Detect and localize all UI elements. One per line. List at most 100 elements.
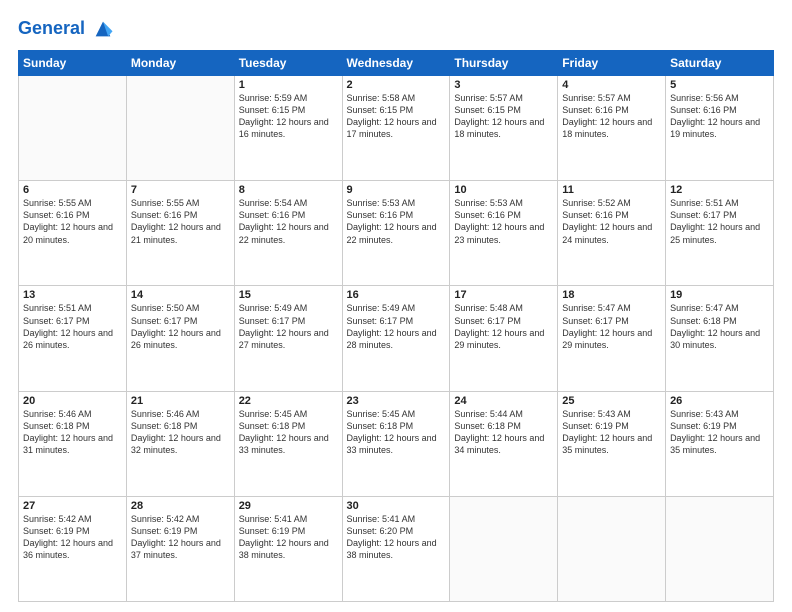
day-number: 14 <box>131 289 230 301</box>
day-info: Sunrise: 5:47 AM Sunset: 6:17 PM Dayligh… <box>562 302 661 351</box>
day-info: Sunrise: 5:45 AM Sunset: 6:18 PM Dayligh… <box>347 408 446 457</box>
calendar-cell: 30Sunrise: 5:41 AM Sunset: 6:20 PM Dayli… <box>342 496 450 601</box>
day-info: Sunrise: 5:47 AM Sunset: 6:18 PM Dayligh… <box>670 302 769 351</box>
day-info: Sunrise: 5:56 AM Sunset: 6:16 PM Dayligh… <box>670 92 769 141</box>
calendar-cell <box>19 76 127 181</box>
calendar-cell: 11Sunrise: 5:52 AM Sunset: 6:16 PM Dayli… <box>558 181 666 286</box>
calendar-cell: 14Sunrise: 5:50 AM Sunset: 6:17 PM Dayli… <box>126 286 234 391</box>
header: General <box>18 18 774 40</box>
calendar-week-row: 6Sunrise: 5:55 AM Sunset: 6:16 PM Daylig… <box>19 181 774 286</box>
day-number: 29 <box>239 500 338 512</box>
day-info: Sunrise: 5:49 AM Sunset: 6:17 PM Dayligh… <box>347 302 446 351</box>
day-info: Sunrise: 5:43 AM Sunset: 6:19 PM Dayligh… <box>562 408 661 457</box>
day-info: Sunrise: 5:52 AM Sunset: 6:16 PM Dayligh… <box>562 197 661 246</box>
calendar-week-row: 27Sunrise: 5:42 AM Sunset: 6:19 PM Dayli… <box>19 496 774 601</box>
day-info: Sunrise: 5:50 AM Sunset: 6:17 PM Dayligh… <box>131 302 230 351</box>
day-number: 17 <box>454 289 553 301</box>
calendar-cell: 7Sunrise: 5:55 AM Sunset: 6:16 PM Daylig… <box>126 181 234 286</box>
day-number: 2 <box>347 79 446 91</box>
day-number: 9 <box>347 184 446 196</box>
calendar-cell: 28Sunrise: 5:42 AM Sunset: 6:19 PM Dayli… <box>126 496 234 601</box>
day-info: Sunrise: 5:45 AM Sunset: 6:18 PM Dayligh… <box>239 408 338 457</box>
calendar-week-row: 20Sunrise: 5:46 AM Sunset: 6:18 PM Dayli… <box>19 391 774 496</box>
day-info: Sunrise: 5:41 AM Sunset: 6:20 PM Dayligh… <box>347 513 446 562</box>
logo-icon <box>92 18 114 40</box>
day-info: Sunrise: 5:55 AM Sunset: 6:16 PM Dayligh… <box>131 197 230 246</box>
day-number: 21 <box>131 395 230 407</box>
day-number: 7 <box>131 184 230 196</box>
day-number: 1 <box>239 79 338 91</box>
day-info: Sunrise: 5:57 AM Sunset: 6:16 PM Dayligh… <box>562 92 661 141</box>
calendar-cell: 17Sunrise: 5:48 AM Sunset: 6:17 PM Dayli… <box>450 286 558 391</box>
calendar-cell: 26Sunrise: 5:43 AM Sunset: 6:19 PM Dayli… <box>666 391 774 496</box>
calendar-cell: 22Sunrise: 5:45 AM Sunset: 6:18 PM Dayli… <box>234 391 342 496</box>
logo-text: General <box>18 18 114 40</box>
weekday-header: Thursday <box>450 51 558 76</box>
day-info: Sunrise: 5:49 AM Sunset: 6:17 PM Dayligh… <box>239 302 338 351</box>
calendar-cell: 5Sunrise: 5:56 AM Sunset: 6:16 PM Daylig… <box>666 76 774 181</box>
calendar-cell: 15Sunrise: 5:49 AM Sunset: 6:17 PM Dayli… <box>234 286 342 391</box>
day-number: 13 <box>23 289 122 301</box>
calendar-cell: 2Sunrise: 5:58 AM Sunset: 6:15 PM Daylig… <box>342 76 450 181</box>
day-number: 27 <box>23 500 122 512</box>
day-number: 28 <box>131 500 230 512</box>
calendar-cell: 29Sunrise: 5:41 AM Sunset: 6:19 PM Dayli… <box>234 496 342 601</box>
logo: General <box>18 18 114 40</box>
day-info: Sunrise: 5:51 AM Sunset: 6:17 PM Dayligh… <box>23 302 122 351</box>
calendar-week-row: 13Sunrise: 5:51 AM Sunset: 6:17 PM Dayli… <box>19 286 774 391</box>
day-info: Sunrise: 5:48 AM Sunset: 6:17 PM Dayligh… <box>454 302 553 351</box>
day-number: 12 <box>670 184 769 196</box>
day-info: Sunrise: 5:53 AM Sunset: 6:16 PM Dayligh… <box>454 197 553 246</box>
weekday-header: Saturday <box>666 51 774 76</box>
calendar-cell: 20Sunrise: 5:46 AM Sunset: 6:18 PM Dayli… <box>19 391 127 496</box>
day-info: Sunrise: 5:42 AM Sunset: 6:19 PM Dayligh… <box>23 513 122 562</box>
calendar-cell: 4Sunrise: 5:57 AM Sunset: 6:16 PM Daylig… <box>558 76 666 181</box>
day-number: 15 <box>239 289 338 301</box>
calendar-cell <box>450 496 558 601</box>
day-number: 19 <box>670 289 769 301</box>
day-number: 23 <box>347 395 446 407</box>
calendar-cell: 19Sunrise: 5:47 AM Sunset: 6:18 PM Dayli… <box>666 286 774 391</box>
calendar-cell: 10Sunrise: 5:53 AM Sunset: 6:16 PM Dayli… <box>450 181 558 286</box>
calendar-cell: 27Sunrise: 5:42 AM Sunset: 6:19 PM Dayli… <box>19 496 127 601</box>
day-number: 25 <box>562 395 661 407</box>
day-number: 22 <box>239 395 338 407</box>
weekday-header-row: SundayMondayTuesdayWednesdayThursdayFrid… <box>19 51 774 76</box>
calendar-cell: 18Sunrise: 5:47 AM Sunset: 6:17 PM Dayli… <box>558 286 666 391</box>
day-info: Sunrise: 5:57 AM Sunset: 6:15 PM Dayligh… <box>454 92 553 141</box>
day-number: 30 <box>347 500 446 512</box>
day-number: 6 <box>23 184 122 196</box>
calendar-cell: 8Sunrise: 5:54 AM Sunset: 6:16 PM Daylig… <box>234 181 342 286</box>
day-number: 8 <box>239 184 338 196</box>
day-info: Sunrise: 5:42 AM Sunset: 6:19 PM Dayligh… <box>131 513 230 562</box>
day-info: Sunrise: 5:53 AM Sunset: 6:16 PM Dayligh… <box>347 197 446 246</box>
weekday-header: Friday <box>558 51 666 76</box>
calendar-cell <box>126 76 234 181</box>
day-info: Sunrise: 5:58 AM Sunset: 6:15 PM Dayligh… <box>347 92 446 141</box>
calendar-week-row: 1Sunrise: 5:59 AM Sunset: 6:15 PM Daylig… <box>19 76 774 181</box>
calendar-cell: 3Sunrise: 5:57 AM Sunset: 6:15 PM Daylig… <box>450 76 558 181</box>
day-number: 20 <box>23 395 122 407</box>
day-number: 18 <box>562 289 661 301</box>
day-info: Sunrise: 5:59 AM Sunset: 6:15 PM Dayligh… <box>239 92 338 141</box>
calendar-cell: 12Sunrise: 5:51 AM Sunset: 6:17 PM Dayli… <box>666 181 774 286</box>
day-info: Sunrise: 5:43 AM Sunset: 6:19 PM Dayligh… <box>670 408 769 457</box>
day-info: Sunrise: 5:54 AM Sunset: 6:16 PM Dayligh… <box>239 197 338 246</box>
calendar-cell <box>558 496 666 601</box>
day-number: 3 <box>454 79 553 91</box>
calendar-cell <box>666 496 774 601</box>
day-number: 4 <box>562 79 661 91</box>
weekday-header: Tuesday <box>234 51 342 76</box>
weekday-header: Wednesday <box>342 51 450 76</box>
day-number: 26 <box>670 395 769 407</box>
day-info: Sunrise: 5:51 AM Sunset: 6:17 PM Dayligh… <box>670 197 769 246</box>
calendar-cell: 6Sunrise: 5:55 AM Sunset: 6:16 PM Daylig… <box>19 181 127 286</box>
calendar-cell: 25Sunrise: 5:43 AM Sunset: 6:19 PM Dayli… <box>558 391 666 496</box>
weekday-header: Sunday <box>19 51 127 76</box>
day-info: Sunrise: 5:55 AM Sunset: 6:16 PM Dayligh… <box>23 197 122 246</box>
calendar-table: SundayMondayTuesdayWednesdayThursdayFrid… <box>18 50 774 602</box>
day-number: 10 <box>454 184 553 196</box>
calendar-cell: 1Sunrise: 5:59 AM Sunset: 6:15 PM Daylig… <box>234 76 342 181</box>
calendar-cell: 16Sunrise: 5:49 AM Sunset: 6:17 PM Dayli… <box>342 286 450 391</box>
day-number: 16 <box>347 289 446 301</box>
